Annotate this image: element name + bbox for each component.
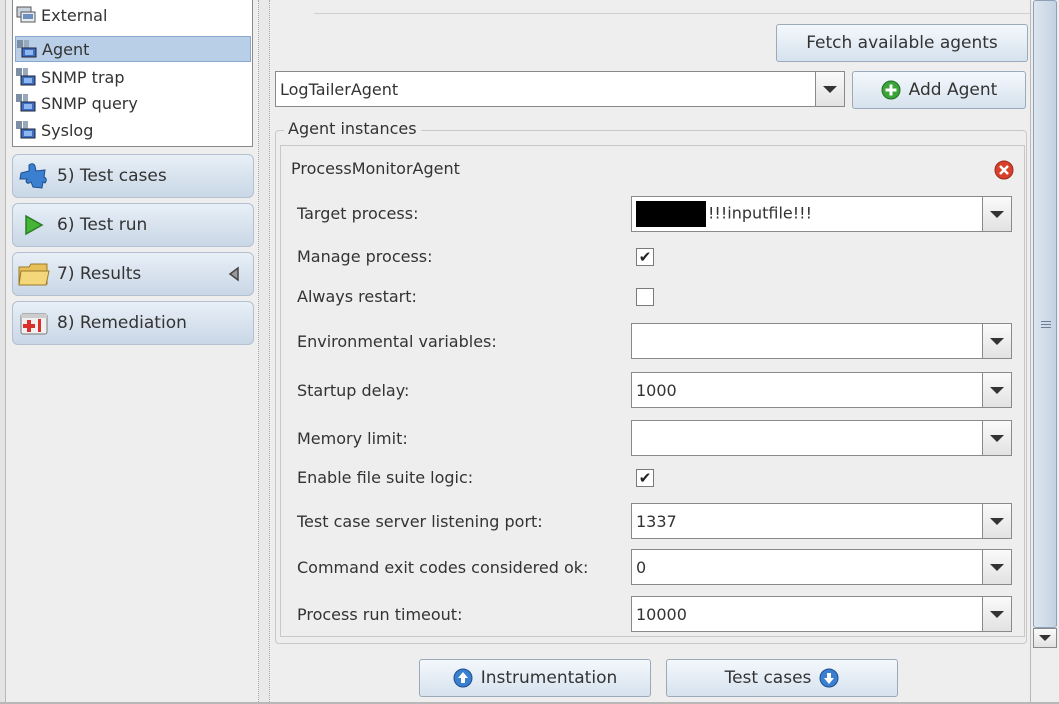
instrumentation-button[interactable]: Instrumentation [419,659,651,697]
nav-label: 8) Remediation [57,313,187,333]
always-restart-label: Always restart: [297,287,417,306]
agent-icon [15,93,37,113]
run-timeout-label: Process run timeout: [297,605,463,624]
test-cases-button[interactable]: Test cases [666,659,898,697]
tree-item-agent[interactable]: Agent [15,36,251,62]
play-icon [17,210,51,240]
add-agent-label: Add Agent [908,80,998,100]
arrow-up-icon [453,668,473,688]
env-vars-select[interactable] [631,323,1012,359]
target-process-value-wrap: !!!inputfile!!! [632,201,982,227]
chevron-down-icon[interactable] [982,597,1011,631]
chevron-down-icon[interactable] [815,72,844,106]
chevron-down-icon[interactable] [982,373,1011,407]
chevron-down-icon[interactable] [982,324,1011,358]
exit-codes-value: 0 [636,557,647,577]
chevron-down-icon[interactable] [982,197,1011,231]
startup-delay-label: Startup delay: [297,381,410,400]
fetch-agents-label: Fetch available agents [806,33,998,53]
tree-item-label: External [41,5,108,25]
manage-process-label: Manage process: [297,247,433,266]
folder-icon [17,259,51,289]
puzzle-icon [17,161,51,191]
tree-item-external[interactable]: External [15,2,251,28]
split-divider[interactable] [258,0,270,704]
instrumentation-label: Instrumentation [480,668,618,688]
grip-icon [1041,321,1051,328]
chevron-down-icon[interactable] [982,504,1011,538]
agent-type-value: LogTailerAgent [280,79,399,99]
exit-codes-select[interactable]: 0 [631,549,1012,585]
top-strip [314,0,1030,14]
manage-process-checkbox[interactable]: ✔ [636,248,654,266]
main-panel: Fetch available agents LogTailerAgent Ad… [270,0,1030,704]
agent-instance-panel: ProcessMonitorAgent Target process: !!!i… [280,145,1025,637]
remove-icon[interactable] [994,160,1014,180]
agent-type-select[interactable]: LogTailerAgent [275,71,845,107]
collapse-arrow-icon[interactable] [227,266,241,287]
add-icon [881,80,901,100]
agent-instances-group: Agent instances ProcessMonitorAgent Targ… [275,119,1027,644]
tree-item-label: SNMP query [41,93,138,113]
first-aid-icon [17,308,51,338]
tree-item-label: SNMP trap [41,67,125,87]
run-timeout-value: 10000 [636,604,687,624]
tree-item-snmp-trap[interactable]: SNMP trap [15,64,251,90]
run-timeout-select[interactable]: 10000 [631,596,1012,632]
exit-codes-label: Command exit codes considered ok: [297,558,589,577]
startup-delay-value: 1000 [636,380,677,400]
source-tree: External Agent SNMP trap SNMP query Sysl… [12,0,253,147]
scroll-down-button[interactable] [1033,628,1057,648]
left-panel: External Agent SNMP trap SNMP query Sysl… [0,0,258,704]
agent-icon [15,120,37,140]
vertical-scrollbar[interactable] [1030,0,1059,704]
left-edge [0,0,6,704]
arrow-down-icon [819,668,839,688]
redacted-block [636,201,706,227]
chevron-down-icon[interactable] [982,550,1011,584]
agent-icon [16,39,38,59]
startup-delay-select[interactable]: 1000 [631,372,1012,408]
file-suite-checkbox[interactable]: ✔ [636,469,654,487]
fetch-agents-button[interactable]: Fetch available agents [776,24,1028,62]
external-icon [15,5,37,25]
agent-icon [15,67,37,87]
file-suite-label: Enable file suite logic: [297,468,474,487]
env-vars-label: Environmental variables: [297,332,497,351]
add-agent-button[interactable]: Add Agent [852,71,1026,109]
memory-limit-label: Memory limit: [297,429,408,448]
target-process-label: Target process: [297,204,419,223]
listen-port-label: Test case server listening port: [297,512,543,531]
agent-instances-legend: Agent instances [284,119,421,138]
memory-limit-select[interactable] [631,420,1012,456]
nav-label: 6) Test run [57,215,148,235]
agent-instance-title: ProcessMonitorAgent [291,159,460,178]
listen-port-value: 1337 [636,511,677,531]
chevron-down-icon[interactable] [982,421,1011,455]
nav-test-run[interactable]: 6) Test run [12,203,254,247]
listen-port-select[interactable]: 1337 [631,503,1012,539]
tree-item-label: Agent [42,39,90,59]
target-process-select[interactable]: !!!inputfile!!! [631,196,1012,232]
nav-results[interactable]: 7) Results [12,252,254,296]
tree-item-label: Syslog [41,120,94,140]
always-restart-checkbox[interactable] [636,288,654,306]
tree-item-snmp-query[interactable]: SNMP query [15,90,251,116]
nav-label: 5) Test cases [57,166,167,186]
nav-remediation[interactable]: 8) Remediation [12,301,254,345]
nav-label: 7) Results [57,264,142,284]
target-process-value: !!!inputfile!!! [708,203,813,223]
tree-item-syslog[interactable]: Syslog [15,117,251,143]
scroll-thumb[interactable] [1033,0,1057,628]
test-cases-label: Test cases [724,668,812,688]
nav-test-cases[interactable]: 5) Test cases [12,154,254,198]
